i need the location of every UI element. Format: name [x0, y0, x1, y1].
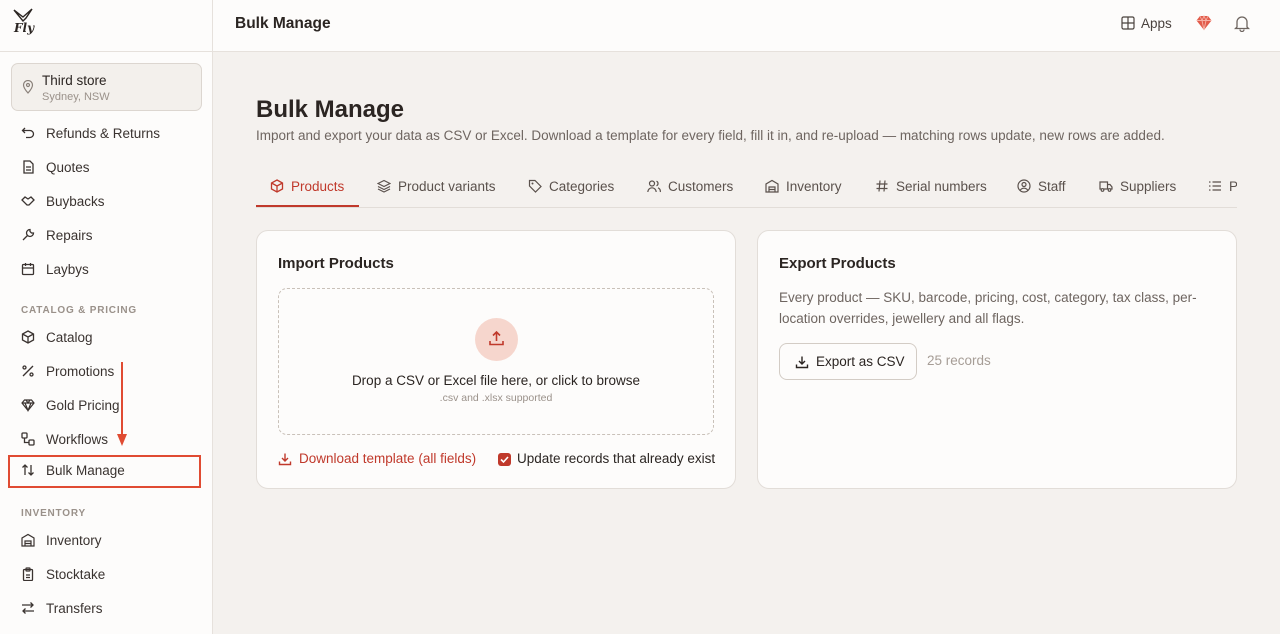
sidebar-item-refunds-returns[interactable]: Refunds & Returns	[8, 118, 201, 150]
tab-bar: Products Product variants Categories Cus…	[256, 166, 1237, 208]
dropzone-hint: .csv and .xlsx supported	[439, 392, 553, 404]
sidebar-item-label: Quotes	[46, 160, 90, 175]
calendar-icon	[21, 263, 35, 276]
truck-icon	[1099, 181, 1113, 192]
export-button-label: Export as CSV	[816, 354, 905, 369]
sidebar-item-laybys[interactable]: Laybys	[8, 254, 201, 286]
sidebar-item-label: Buybacks	[46, 194, 105, 209]
sidebar-item-label: Repairs	[46, 228, 93, 243]
diamond-icon[interactable]	[1195, 14, 1213, 32]
sidebar-item-quotes[interactable]: Quotes	[8, 152, 201, 184]
file-dropzone[interactable]: Drop a CSV or Excel file here, or click …	[278, 288, 714, 435]
workflow-icon	[21, 432, 35, 446]
store-location: Sydney, NSW	[42, 91, 110, 103]
export-card: Export Products Every product — SKU, bar…	[757, 230, 1237, 489]
active-tab-indicator	[256, 205, 359, 207]
tab-label: Staff	[1038, 179, 1066, 194]
sidebar-item-label: Workflows	[46, 432, 109, 447]
annotation-arrow-icon	[117, 362, 127, 446]
sidebar-item-label: Transfers	[46, 601, 103, 616]
tab-label: Product variants	[398, 179, 496, 194]
sidebar-item-bulk-manage[interactable]: Bulk Manage	[8, 455, 201, 488]
sidebar-item-repairs[interactable]: Repairs	[8, 220, 201, 252]
import-card-title: Import Products	[278, 255, 394, 272]
tab-label: Suppliers	[1120, 179, 1177, 194]
export-description: Every product — SKU, barcode, pricing, c…	[779, 290, 1197, 326]
bell-icon[interactable]	[1234, 14, 1250, 32]
page-title: Bulk Manage	[256, 96, 405, 123]
percent-icon	[22, 365, 34, 377]
store-name: Third store	[42, 73, 107, 88]
sidebar-item-buybacks[interactable]: Buybacks	[8, 186, 201, 218]
header-title: Bulk Manage	[235, 15, 331, 32]
sidebar-item-label: Bulk Manage	[46, 463, 125, 478]
clipboard-icon	[22, 567, 34, 581]
sidebar-item-promotions[interactable]: Promotions	[8, 356, 201, 388]
box-icon	[270, 179, 284, 193]
tab-label: P	[1229, 179, 1237, 194]
tab-label: Serial numbers	[896, 179, 987, 194]
checkbox-checked[interactable]	[498, 453, 511, 466]
wrench-icon	[22, 228, 35, 241]
dropzone-text: Drop a CSV or Excel file here, or click …	[351, 373, 641, 388]
sidebar-item-transfers[interactable]: Transfers	[8, 593, 201, 625]
export-csv-button[interactable]: Export as CSV	[779, 343, 917, 380]
sidebar-item-catalog[interactable]: Catalog	[8, 322, 201, 354]
top-header: Bulk Manage Apps	[213, 0, 1280, 52]
logo-text: Fly	[14, 21, 35, 35]
sidebar-item-gold-pricing[interactable]: Gold Pricing	[8, 390, 201, 422]
tab-label: Inventory	[786, 179, 842, 194]
sidebar: Fly Third store Sydney, NSW Refunds & Re…	[0, 0, 213, 634]
return-icon	[21, 127, 35, 139]
sidebar-item-stocktake[interactable]: Stocktake	[8, 559, 201, 591]
tag-icon	[528, 179, 542, 193]
store-selector[interactable]: Third store Sydney, NSW	[11, 63, 202, 111]
sidebar-item-label: Inventory	[46, 533, 102, 548]
check-icon	[500, 456, 509, 464]
upload-button[interactable]	[475, 318, 518, 361]
sidebar-item-label: Laybys	[46, 262, 89, 277]
arrows-up-down-icon	[22, 464, 34, 476]
page-subtitle: Import and export your data as CSV or Ex…	[256, 128, 1165, 143]
download-template-label: Download template (all fields)	[299, 451, 477, 466]
sidebar-item-label: Promotions	[46, 364, 115, 379]
transfer-icon	[22, 602, 34, 614]
warehouse-icon	[765, 179, 779, 193]
grid-icon	[1121, 16, 1135, 30]
location-pin-icon	[22, 80, 34, 94]
sidebar-item-label: Catalog	[46, 330, 93, 345]
record-count: 25 records	[927, 353, 991, 368]
sidebar-item-label: Stocktake	[46, 567, 106, 582]
warehouse-icon	[21, 533, 35, 547]
upload-icon	[489, 330, 504, 346]
user-circle-icon	[1017, 179, 1031, 193]
box-icon	[21, 330, 35, 344]
document-icon	[23, 160, 34, 174]
apps-label: Apps	[1141, 16, 1172, 31]
download-icon	[278, 453, 292, 466]
tab-label: Products	[291, 179, 345, 194]
sidebar-item-label: Refunds & Returns	[46, 126, 161, 141]
update-existing-label: Update records that already exist	[517, 451, 716, 466]
import-card: Import Products Drop a CSV or Excel file…	[256, 230, 736, 489]
handshake-icon	[21, 196, 35, 206]
layers-icon	[377, 179, 391, 193]
divider	[0, 51, 213, 52]
users-icon	[647, 180, 661, 193]
tab-label: Categories	[549, 179, 615, 194]
tab-label: Customers	[668, 179, 734, 194]
sidebar-item-workflows[interactable]: Workflows	[8, 424, 201, 456]
sidebar-item-inventory[interactable]: Inventory	[8, 525, 201, 557]
sidebar-item-label: Gold Pricing	[46, 398, 120, 413]
section-label-inventory: INVENTORY	[21, 508, 86, 519]
section-label-catalog: CATALOG & PRICING	[21, 305, 138, 316]
list-icon	[1209, 181, 1221, 191]
download-icon	[795, 356, 809, 369]
hash-icon	[876, 180, 888, 192]
bird-logo-icon	[13, 8, 33, 23]
export-card-title: Export Products	[779, 255, 896, 272]
gem-icon	[21, 399, 35, 412]
